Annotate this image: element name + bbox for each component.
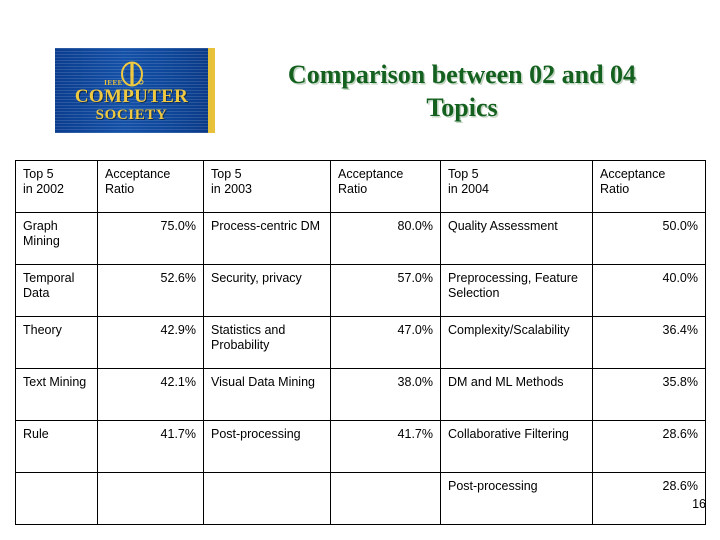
page-title-line-1: Comparison between 02 and 04	[287, 60, 637, 89]
table-body: Graph Mining 75.0% Process-centric DM 80…	[15, 212, 706, 525]
table-row: Theory 42.9% Statistics and Probability …	[15, 316, 706, 369]
cell-ratio-2004: 35.8%	[592, 368, 706, 421]
column-header-line-1: Top 5	[448, 167, 479, 181]
cell-ratio-2004: 28.6%	[592, 420, 706, 473]
cell-topic-2004: Collaborative Filtering	[440, 420, 593, 473]
column-header-top5-2002: Top 5 in 2002	[15, 160, 98, 213]
page-title: Comparison between 02 and 04 Topics	[236, 58, 688, 124]
logo-computer-text: COMPUTER	[74, 85, 189, 107]
column-header-line-1: Acceptance	[105, 167, 171, 181]
table-row: Text Mining 42.1% Visual Data Mining 38.…	[15, 368, 706, 421]
cell-ratio-2004: 50.0%	[592, 212, 706, 265]
cell-ratio-2003: 57.0%	[330, 264, 441, 317]
cell-topic-2002: Temporal Data	[15, 264, 98, 317]
cell-topic-2003: Visual Data Mining	[203, 368, 331, 421]
column-header-line-1: Acceptance	[338, 167, 404, 181]
column-header-line-1: Top 5	[211, 167, 242, 181]
cell-ratio-2002: 52.6%	[97, 264, 204, 317]
logo-society-text: SOCIETY	[95, 106, 168, 123]
cell-topic-2004: Post-processing	[440, 472, 593, 525]
column-header-acceptance-ratio-2004: Acceptance Ratio	[592, 160, 706, 213]
cell-topic-2002: Theory	[15, 316, 98, 369]
column-header-top5-2004: Top 5 in 2004	[440, 160, 593, 213]
cell-topic-2004: Preprocessing, Feature Selection	[440, 264, 593, 317]
table-row: Temporal Data 52.6% Security, privacy 57…	[15, 264, 706, 317]
cell-topic-2004: DM and ML Methods	[440, 368, 593, 421]
cell-ratio-2003: 41.7%	[330, 420, 441, 473]
table-header: Top 5 in 2002 Acceptance Ratio Top 5 in …	[15, 160, 706, 213]
cell-topic-2002: Graph Mining	[15, 212, 98, 265]
ieee-emblem-icon	[119, 61, 145, 87]
column-header-top5-2003: Top 5 in 2003	[203, 160, 331, 213]
table-row: Graph Mining 75.0% Process-centric DM 80…	[15, 212, 706, 265]
cell-ratio-2002: 75.0%	[97, 212, 204, 265]
column-header-line-2: Ratio	[105, 182, 135, 196]
comparison-table: Top 5 in 2002 Acceptance Ratio Top 5 in …	[15, 160, 706, 525]
slide-number: 16	[692, 497, 706, 511]
cell-topic-2003: Statistics and Probability	[203, 316, 331, 369]
column-header-line-2: Ratio	[600, 182, 630, 196]
cell-ratio-2002: 42.1%	[97, 368, 204, 421]
cell-ratio-2002	[97, 472, 204, 525]
cell-ratio-2003: 38.0%	[330, 368, 441, 421]
page-title-line-2: Topics	[426, 93, 498, 122]
cell-ratio-2002: 41.7%	[97, 420, 204, 473]
cell-ratio-2004: 28.6%	[592, 472, 706, 525]
cell-topic-2003	[203, 472, 331, 525]
cell-topic-2002: Text Mining	[15, 368, 98, 421]
column-header-line-1: Top 5	[23, 167, 54, 181]
column-header-line-2: Ratio	[338, 182, 368, 196]
column-header-line-2: in 2002	[23, 182, 65, 196]
cell-topic-2002	[15, 472, 98, 525]
cell-topic-2004: Complexity/Scalability	[440, 316, 593, 369]
cell-ratio-2002: 42.9%	[97, 316, 204, 369]
table-row: Post-processing 28.6%	[15, 472, 706, 525]
column-header-acceptance-ratio-2002: Acceptance Ratio	[97, 160, 204, 213]
ieee-computer-society-logo: IEEE COMPUTER SOCIETY	[55, 48, 215, 133]
cell-topic-2003: Post-processing	[203, 420, 331, 473]
cell-topic-2002: Rule	[15, 420, 98, 473]
cell-ratio-2003: 47.0%	[330, 316, 441, 369]
column-header-line-2: in 2004	[448, 182, 490, 196]
slide-header: IEEE COMPUTER SOCIETY Comparison between…	[0, 0, 720, 150]
column-header-line-1: Acceptance	[600, 167, 666, 181]
table-header-row: Top 5 in 2002 Acceptance Ratio Top 5 in …	[15, 160, 706, 213]
cell-topic-2003: Security, privacy	[203, 264, 331, 317]
cell-ratio-2004: 40.0%	[592, 264, 706, 317]
cell-ratio-2003	[330, 472, 441, 525]
cell-ratio-2004: 36.4%	[592, 316, 706, 369]
table-row: Rule 41.7% Post-processing 41.7% Collabo…	[15, 420, 706, 473]
column-header-acceptance-ratio-2003: Acceptance Ratio	[330, 160, 441, 213]
logo-inner: IEEE COMPUTER SOCIETY	[55, 48, 208, 133]
cell-topic-2004: Quality Assessment	[440, 212, 593, 265]
cell-ratio-2003: 80.0%	[330, 212, 441, 265]
column-header-line-2: in 2003	[211, 182, 253, 196]
cell-topic-2003: Process-centric DM	[203, 212, 331, 265]
